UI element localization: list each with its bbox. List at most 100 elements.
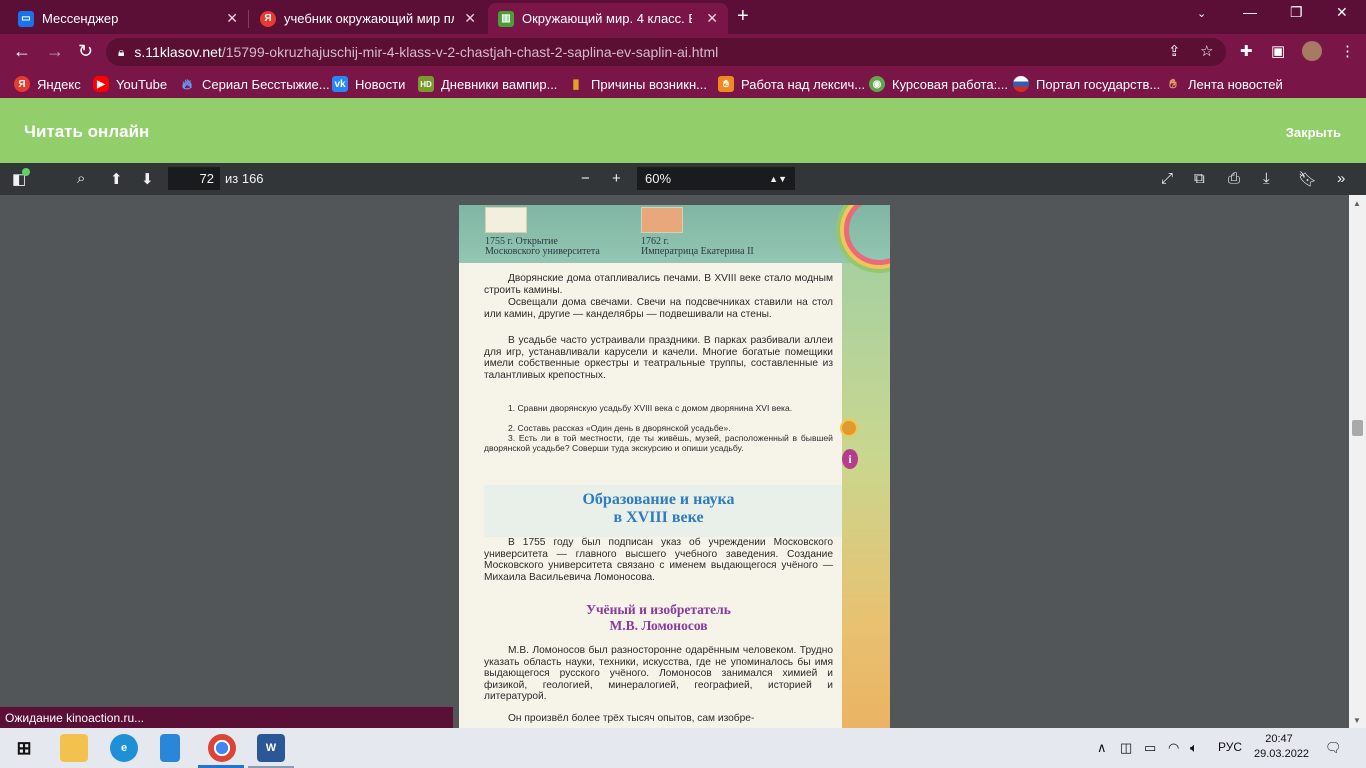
bookmark-dnevniki[interactable]: HD Дневники вампир... xyxy=(418,76,557,92)
bookmark-portal[interactable]: Портал государств... xyxy=(1013,76,1160,92)
bookmark-novosti[interactable]: vk Новости xyxy=(332,76,405,92)
back-icon[interactable]: ← xyxy=(13,41,31,62)
notifications-icon[interactable]: 🗨︎ xyxy=(1325,740,1342,756)
tab-okruzhajuschij-mir[interactable]: ▥ Окружающий мир. 4 класс. В 2 ч ✕ xyxy=(488,3,728,34)
file-explorer-icon[interactable] xyxy=(60,734,88,762)
sun-icon xyxy=(840,419,858,437)
subsection-heading-line2: М.В. Ломоносов xyxy=(609,618,708,633)
scroll-down-arrow[interactable]: ▼ xyxy=(1353,716,1361,725)
tab-textbook-search[interactable]: Я учебник окружающий мир плане ✕ xyxy=(250,3,486,34)
tab-divider xyxy=(248,10,249,28)
youtube-icon: ▶ xyxy=(93,76,109,92)
share-icon[interactable]: ⇪ xyxy=(1168,42,1181,60)
close-window-button[interactable]: ✕ xyxy=(1336,4,1348,21)
edge-icon[interactable]: e xyxy=(110,734,138,762)
bookmark-label: Причины возникн... xyxy=(591,76,707,92)
url-host: s.11klasov.net xyxy=(134,44,222,60)
flame-icon: 🔥︎ xyxy=(181,75,193,92)
menu-icon[interactable]: ⋮ xyxy=(1340,42,1355,60)
tab-strip: ▭ Мессенджер ✕ Я учебник окружающий мир … xyxy=(0,0,1366,34)
scroll-up-arrow[interactable]: ▲ xyxy=(1353,199,1361,208)
subsection-heading-line1: Учёный и изобретатель xyxy=(586,602,731,617)
browser-toolbar: ← → ↻ 🔒︎ s.11klasov.net/15799-okruzhajus… xyxy=(0,34,1366,70)
volume-icon[interactable]: 🔈︎ xyxy=(1190,740,1198,756)
wifi-icon[interactable]: ◠ xyxy=(1168,740,1179,756)
bookmark-icon[interactable]: 🔖︎ xyxy=(1298,170,1317,188)
bookmark-youtube[interactable]: ▶ YouTube xyxy=(93,76,167,92)
forward-icon[interactable]: → xyxy=(46,41,64,62)
zoom-select[interactable]: 60% ▲▼ xyxy=(637,167,795,190)
chevron-up-icon[interactable]: ∧ xyxy=(1097,740,1107,756)
windows-start-icon[interactable]: ⊞ xyxy=(10,734,38,762)
section-heading-line2: в XVIII веке xyxy=(613,509,704,526)
close-icon[interactable]: ✕ xyxy=(706,10,718,27)
tab-title: учебник окружающий мир плане xyxy=(284,11,454,26)
new-tab-button[interactable]: + xyxy=(737,6,749,26)
bookmark-label: YouTube xyxy=(116,76,168,92)
palm-icon: ✋︎ xyxy=(1169,76,1177,91)
extensions-icon[interactable]: ✚ xyxy=(1240,42,1253,60)
bookmark-lenta[interactable]: ✋︎ Лента новостей xyxy=(1165,76,1283,92)
site-header: Читать онлайн Закрыть xyxy=(0,98,1366,163)
zoom-out-button[interactable]: − xyxy=(581,170,590,187)
clock-date: 29.03.2022 xyxy=(1254,748,1310,760)
meet-icon[interactable]: ◫ xyxy=(1120,740,1132,756)
chrome-icon[interactable] xyxy=(208,734,236,762)
bookmark-star-icon[interactable]: ☆ xyxy=(1200,42,1213,60)
tab-messenger[interactable]: ▭ Мессенджер ✕ xyxy=(8,3,248,34)
open-file-icon[interactable]: ⧉ xyxy=(1194,170,1205,187)
vertical-scrollbar[interactable]: ▲ ▼ xyxy=(1349,195,1366,728)
reload-icon[interactable]: ↻ xyxy=(78,41,93,62)
bookmarks-bar: Я Яндекс ▶ YouTube 🔥︎ Сериал Бесстыжие..… xyxy=(0,70,1366,98)
bookmark-kursovaya[interactable]: ◉ Курсовая работа:... xyxy=(869,76,1008,92)
bookmark-label: Дневники вампир... xyxy=(441,76,558,92)
bookmark-rabota[interactable]: ✋︎ Работа над лексич... xyxy=(718,76,865,92)
zoom-in-button[interactable]: + xyxy=(612,170,621,187)
bookmark-yandex[interactable]: Я Яндекс xyxy=(14,76,81,92)
tab-search-icon[interactable]: ⌄ xyxy=(1197,7,1206,20)
page-number-input[interactable] xyxy=(168,167,220,190)
hd-icon: HD xyxy=(418,76,434,92)
yandex-icon: Я xyxy=(260,10,276,27)
minimize-button[interactable]: — xyxy=(1243,4,1257,20)
next-page-icon[interactable]: ⬇ xyxy=(141,170,154,188)
profile-avatar[interactable] xyxy=(1302,41,1322,61)
search-icon[interactable]: ⌕ xyxy=(77,170,85,187)
word-icon[interactable]: W xyxy=(257,734,285,762)
bookmark-prichiny[interactable]: ▮ Причины возникн... xyxy=(568,76,707,92)
print-icon[interactable]: ⎙ xyxy=(1228,170,1240,187)
section-heading-line1: Образование и наука xyxy=(582,491,735,508)
language-indicator[interactable]: РУС xyxy=(1218,740,1242,754)
close-icon[interactable]: ✕ xyxy=(464,10,476,27)
bookmark-label: Новости xyxy=(355,76,406,92)
phone-app-icon[interactable] xyxy=(160,734,180,762)
crown-image xyxy=(641,207,683,233)
vk-icon: vk xyxy=(332,76,348,92)
clock[interactable]: 20:47 29.03.2022 xyxy=(1254,732,1310,762)
paragraph: Освещали дома свечами. Свечи на подсвечн… xyxy=(484,297,833,320)
info-icon: i xyxy=(842,449,858,469)
fullscreen-icon[interactable]: ⤢ xyxy=(1161,170,1173,187)
close-icon[interactable]: ✕ xyxy=(226,10,238,27)
previous-page-icon[interactable]: ⬆ xyxy=(110,170,123,188)
paragraph: Дворянские дома отапливались печами. В X… xyxy=(484,273,833,296)
scroll-thumb[interactable] xyxy=(1352,420,1363,436)
pdf-viewer[interactable]: 1755 г. Открытие Московского университет… xyxy=(0,195,1349,728)
hand-icon: ✋︎ xyxy=(718,76,734,92)
address-bar[interactable]: 🔒︎ s.11klasov.net/15799-okruzhajuschij-m… xyxy=(106,38,1226,66)
bookmark-label: Сериал Бесстыжие... xyxy=(202,76,330,92)
more-tools-icon[interactable]: » xyxy=(1337,170,1345,187)
bookmark-label: Портал государств... xyxy=(1036,76,1161,92)
bookmark-serial[interactable]: 🔥︎ Сериал Бесстыжие... xyxy=(179,76,330,92)
close-reader-button[interactable]: Закрыть xyxy=(1286,125,1341,140)
battery-icon[interactable]: ▭ xyxy=(1144,740,1156,756)
page-count: из 166 xyxy=(225,171,264,186)
chat-icon: ▭ xyxy=(18,10,34,27)
windows-taskbar: ⊞ e W ∧ ◫ ▭ ◠ 🔈︎ РУС 20:47 29.03.2022 🗨︎ xyxy=(0,728,1366,768)
bookmark-label: Работа над лексич... xyxy=(741,76,866,92)
download-icon[interactable]: ⤓ xyxy=(1263,170,1270,187)
tab-title: Окружающий мир. 4 класс. В 2 ч xyxy=(522,11,692,26)
restore-button[interactable]: ❐ xyxy=(1290,4,1303,21)
bookmark-label: Курсовая работа:... xyxy=(892,76,1009,92)
side-panel-icon[interactable]: ▣ xyxy=(1271,42,1285,60)
